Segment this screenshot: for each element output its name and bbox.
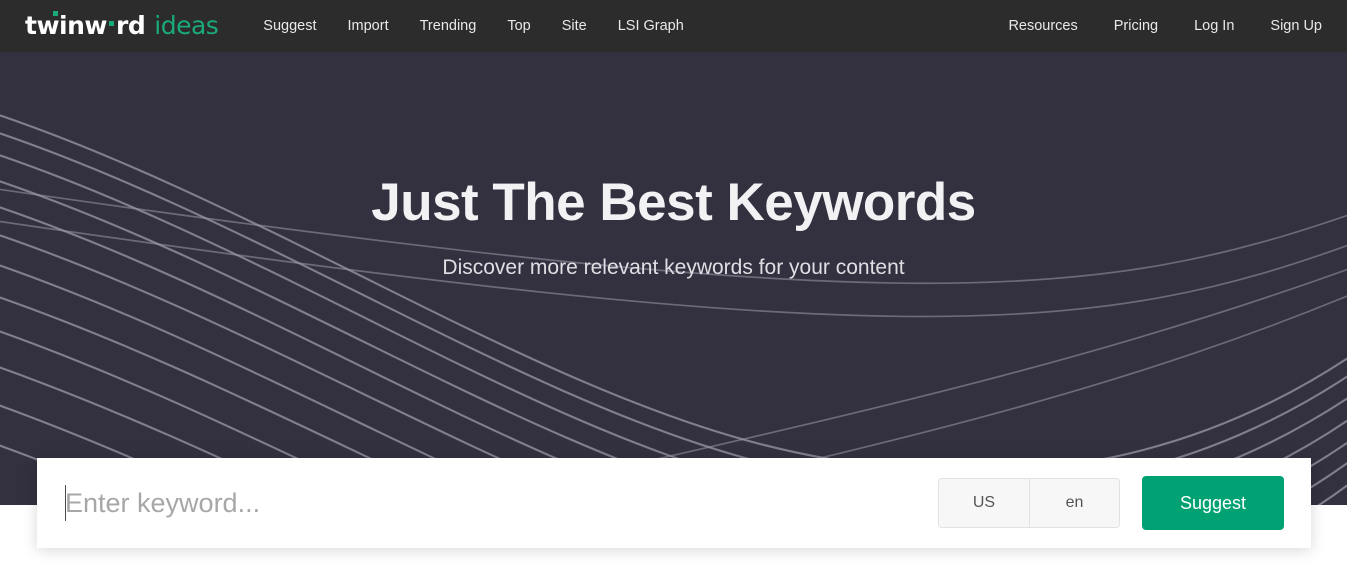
language-selector[interactable]: en [1029,479,1119,527]
nav-item-log-in[interactable]: Log In [1194,17,1234,35]
page-title: Just The Best Keywords [371,173,976,232]
nav-item-suggest[interactable]: Suggest [263,17,316,35]
logo-i-dot-icon [53,10,58,16]
logo-text-suffix: rd [116,10,146,40]
nav-link-resources[interactable]: Resources [1008,18,1077,34]
nav-link-top[interactable]: Top [507,18,530,34]
nav-link-import[interactable]: Import [348,18,389,34]
nav-item-sign-up[interactable]: Sign Up [1270,17,1322,35]
nav-item-import[interactable]: Import [348,17,389,35]
page-subtitle: Discover more relevant keywords for your… [442,256,905,280]
nav-link-trending[interactable]: Trending [420,18,477,34]
nav-item-trending[interactable]: Trending [420,17,477,35]
search-input[interactable] [65,475,938,531]
hero-section: Just The Best Keywords Discover more rel… [0,52,1347,505]
brand-logo[interactable]: twinw rd ideas [25,10,219,40]
nav-item-site[interactable]: Site [562,17,587,35]
logo-text-primary: twinw [25,10,108,40]
nav-item-resources[interactable]: Resources [1008,17,1077,35]
nav-link-sign-up[interactable]: Sign Up [1270,18,1322,34]
nav-item-lsi-graph[interactable]: LSI Graph [618,17,684,35]
nav-link-log-in[interactable]: Log In [1194,18,1234,34]
nav-link-lsi-graph[interactable]: LSI Graph [618,18,684,34]
logo-text-secondary: ideas [154,10,219,40]
hero-copy: Just The Best Keywords Discover more rel… [0,52,1347,280]
locale-selector-group: US en [938,478,1120,528]
text-cursor [65,485,66,521]
secondary-nav: Resources Pricing Log In Sign Up [972,17,1322,35]
nav-link-suggest[interactable]: Suggest [263,18,316,34]
nav-link-site[interactable]: Site [562,18,587,34]
nav-link-pricing[interactable]: Pricing [1114,18,1158,34]
keyword-search-card: US en Suggest [37,458,1311,548]
primary-nav: Suggest Import Trending Top Site LSI Gra… [263,17,715,35]
logo-middle-dot-icon [109,21,115,26]
nav-item-pricing[interactable]: Pricing [1114,17,1158,35]
nav-item-top[interactable]: Top [507,17,530,35]
top-navigation-bar: twinw rd ideas Suggest Import Trending To… [0,0,1347,52]
suggest-button[interactable]: Suggest [1142,476,1284,530]
country-selector[interactable]: US [939,479,1029,527]
